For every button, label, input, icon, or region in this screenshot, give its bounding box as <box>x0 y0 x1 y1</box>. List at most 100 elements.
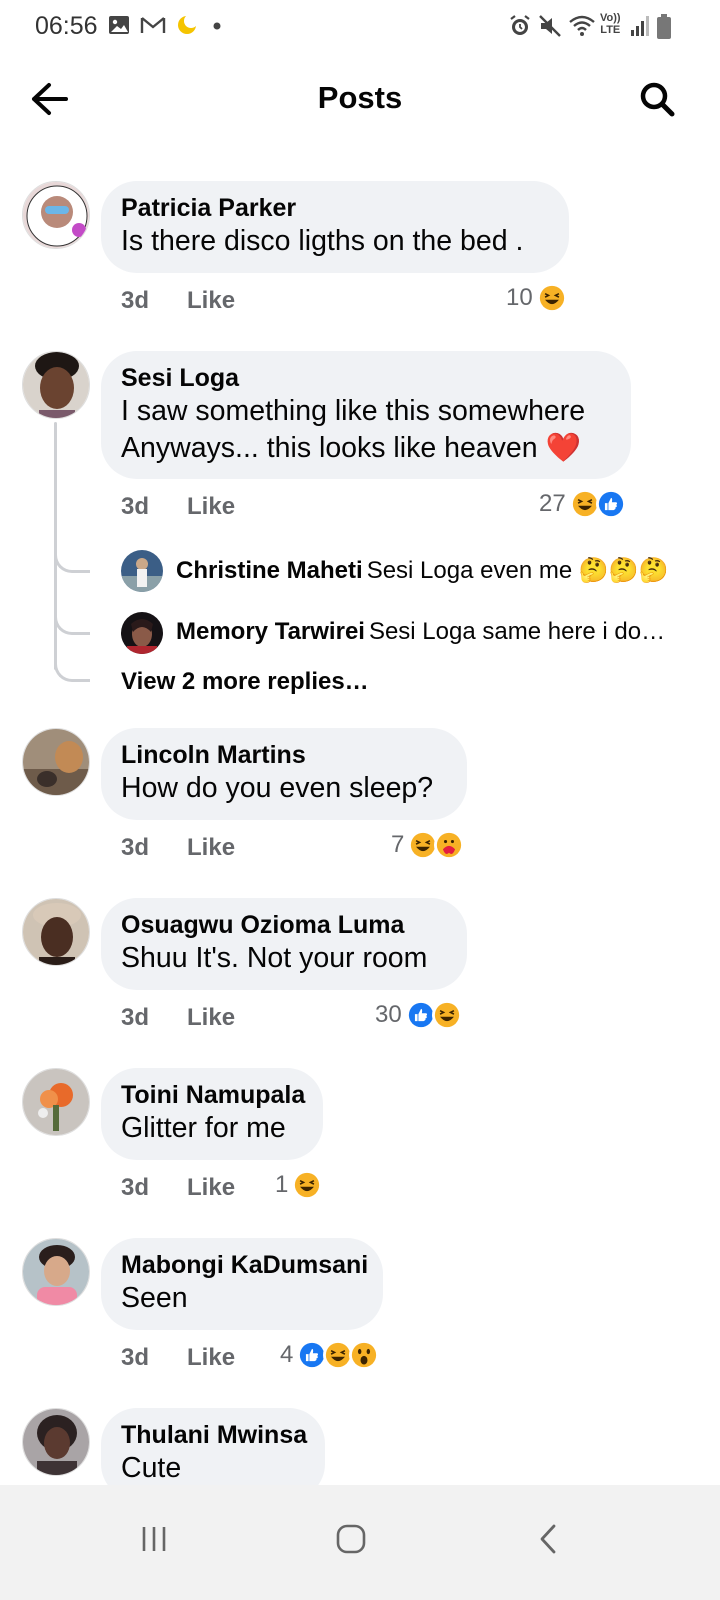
comment-author[interactable]: Toini Namupala <box>121 1080 305 1110</box>
recent-apps-button[interactable] <box>124 1509 184 1569</box>
comment-time: 3d <box>121 1004 150 1031</box>
comment-time: 3d <box>121 287 150 314</box>
reaction-summary[interactable]: 30 <box>375 1000 462 1030</box>
comment-meta: 3d Like <box>121 287 235 315</box>
comment-text: Anyways... this looks like heaven ❤️ <box>121 432 582 464</box>
reply-item[interactable]: Memory Tarwirei Sesi Loga same here i do… <box>121 612 701 656</box>
wow-reaction-icon <box>349 1340 380 1370</box>
comment-meta: 3d Like <box>121 1004 235 1032</box>
reaction-count: 7 <box>391 831 405 858</box>
thread-connector <box>54 570 57 670</box>
comment-bubble[interactable]: Mabongi KaDumsani Seen <box>101 1238 383 1330</box>
comment-author[interactable]: Thulani Mwinsa <box>121 1420 307 1450</box>
comment-bubble[interactable]: Sesi Loga I saw something like this some… <box>101 351 631 479</box>
comment-meta: 3d Like <box>121 493 235 521</box>
comment-bubble[interactable]: Toini Namupala Glitter for me <box>101 1068 323 1160</box>
comment-meta: 3d Like <box>121 1344 235 1372</box>
care-reaction-icon <box>434 830 465 860</box>
like-reaction-icon <box>595 489 626 519</box>
comment-time: 3d <box>121 834 150 861</box>
reaction-count: 4 <box>280 1341 294 1368</box>
comment-author[interactable]: Lincoln Martins <box>121 740 447 770</box>
comment-time: 3d <box>121 493 150 520</box>
like-button[interactable]: Like <box>187 493 235 520</box>
like-button[interactable]: Like <box>187 1004 235 1031</box>
avatar[interactable] <box>22 1238 90 1306</box>
haha-reaction-icon <box>536 283 567 313</box>
avatar[interactable] <box>22 1068 90 1136</box>
avatar[interactable] <box>22 351 90 419</box>
comment-text: I saw something like this somewhere <box>121 395 586 427</box>
reaction-count: 1 <box>275 1171 289 1198</box>
reaction-summary[interactable]: 7 <box>391 830 465 860</box>
reply-author[interactable]: Christine Maheti <box>176 557 363 584</box>
thread-connector <box>54 613 90 635</box>
comment-bubble[interactable]: Patricia Parker Is there disco ligths on… <box>101 181 569 273</box>
avatar[interactable] <box>121 550 163 592</box>
reaction-count: 10 <box>506 284 533 311</box>
avatar[interactable] <box>22 1408 90 1476</box>
avatar[interactable] <box>121 612 163 654</box>
reaction-summary[interactable]: 27 <box>539 489 626 519</box>
thread-connector <box>54 551 90 573</box>
comment-text: How do you even sleep? <box>121 772 434 804</box>
thread-connector <box>54 422 57 572</box>
home-icon <box>336 1524 366 1554</box>
comment-text: Glitter for me <box>121 1112 286 1144</box>
comment-author[interactable]: Osuagwu Ozioma Luma <box>121 910 447 940</box>
reaction-summary[interactable]: 10 <box>506 283 567 313</box>
search-icon <box>640 82 675 117</box>
like-button[interactable]: Like <box>187 1174 235 1201</box>
status-bar: 06:56 Vo)) LTE <box>0 0 720 54</box>
comment-text: Is there disco ligths on the bed . <box>121 225 524 257</box>
volte-icon: Vo)) LTE <box>600 12 621 36</box>
system-back-button[interactable] <box>518 1509 578 1569</box>
comment-text: Seen <box>121 1282 188 1314</box>
avatar[interactable] <box>22 898 90 966</box>
reply-author[interactable]: Memory Tarwirei <box>176 618 365 645</box>
moon-icon <box>176 14 198 41</box>
comment-meta: 3d Like <box>121 1174 235 1202</box>
comment-text: Shuu It's. Not your room <box>121 942 428 974</box>
search-button[interactable] <box>634 76 680 122</box>
wifi-icon <box>568 14 596 43</box>
like-button[interactable]: Like <box>187 1344 235 1371</box>
page-title: Posts <box>317 80 403 115</box>
reaction-summary[interactable]: 1 <box>275 1170 323 1200</box>
reaction-count: 30 <box>375 1001 402 1028</box>
status-time: 06:56 <box>35 12 98 40</box>
like-button[interactable]: Like <box>187 834 235 861</box>
reply-item[interactable]: Christine Maheti Sesi Loga even me 🤔🤔🤔 <box>121 550 701 594</box>
home-button[interactable] <box>321 1509 381 1569</box>
header: Posts <box>0 54 720 144</box>
comment-author[interactable]: Mabongi KaDumsani <box>121 1250 368 1280</box>
thread-connector <box>54 660 90 682</box>
gmail-icon <box>140 14 166 41</box>
dot-icon <box>212 14 222 41</box>
signal-icon <box>630 14 652 43</box>
reply-text: Sesi Loga even me 🤔🤔🤔 <box>366 557 669 584</box>
back-icon <box>540 1524 556 1554</box>
comment-author[interactable]: Patricia Parker <box>121 193 549 223</box>
alarm-icon <box>508 14 532 43</box>
mute-icon <box>538 14 562 43</box>
system-nav-bar <box>0 1485 720 1600</box>
like-button[interactable]: Like <box>187 287 235 314</box>
comment-time: 3d <box>121 1174 150 1201</box>
comment-author[interactable]: Sesi Loga <box>121 363 611 393</box>
comment-time: 3d <box>121 1344 150 1371</box>
comment-bubble[interactable]: Lincoln Martins How do you even sleep? <box>101 728 467 820</box>
reaction-summary[interactable]: 4 <box>280 1340 380 1370</box>
reply-text: Sesi Loga same here i do… <box>368 618 666 645</box>
view-more-replies-link[interactable]: View 2 more replies… <box>121 668 369 696</box>
battery-icon <box>656 14 672 45</box>
comment-bubble[interactable]: Osuagwu Ozioma Luma Shuu It's. Not your … <box>101 898 467 990</box>
gallery-icon <box>108 14 130 41</box>
comment-text: Cute <box>121 1452 182 1484</box>
recent-apps-icon <box>142 1527 166 1551</box>
avatar[interactable] <box>22 728 90 796</box>
haha-reaction-icon <box>292 1170 323 1200</box>
haha-reaction-icon <box>431 1000 462 1030</box>
avatar[interactable] <box>22 181 90 249</box>
comment-meta: 3d Like <box>121 834 235 862</box>
